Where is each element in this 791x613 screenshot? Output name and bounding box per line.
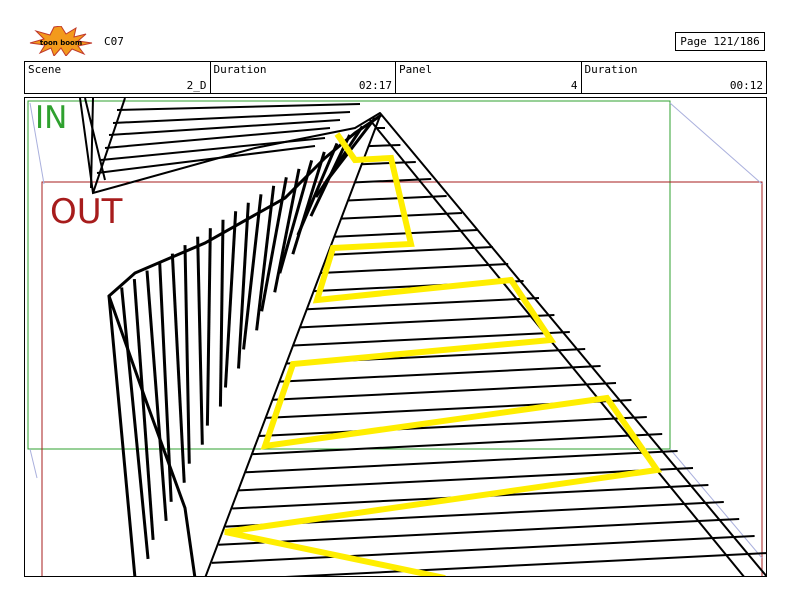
hatch-line xyxy=(170,253,186,483)
hatch-line xyxy=(218,219,225,407)
stripe-line xyxy=(361,161,416,166)
stripe-line xyxy=(238,467,694,492)
scene-value: 2_D xyxy=(186,79,207,92)
stripe-line xyxy=(300,314,555,329)
toon-boom-logo: toon boom xyxy=(26,25,96,57)
panel-duration-value: 00:12 xyxy=(729,79,763,92)
stripe-line xyxy=(320,263,509,274)
hatch-line xyxy=(196,236,204,445)
scene-code: C07 xyxy=(104,35,124,48)
panel-info-row: Scene 2_D Duration 02:17 Panel 4 Duratio… xyxy=(24,61,767,94)
hatch-line xyxy=(223,211,238,388)
stripe-line xyxy=(285,552,766,576)
panel-value: 4 xyxy=(570,79,578,92)
panel-duration-cell: Duration 00:12 xyxy=(582,62,767,93)
scene-duration-cell: Duration 02:17 xyxy=(211,62,396,93)
logo-text: toon boom xyxy=(40,39,82,47)
stripe-line xyxy=(279,365,601,383)
scene-cell: Scene 2_D xyxy=(25,62,211,93)
panel-drawing xyxy=(27,98,766,576)
camera-in-label: IN xyxy=(35,100,68,136)
panel-label: Panel xyxy=(399,63,433,76)
hatch-line xyxy=(183,245,191,464)
hatch-line xyxy=(205,228,212,426)
stripe-line xyxy=(245,450,678,474)
storyboard-panel[interactable]: IN OUT xyxy=(24,97,767,577)
scene-duration-label: Duration xyxy=(213,63,267,76)
camera-move-line xyxy=(669,102,763,185)
page-indicator: Page 121/186 xyxy=(675,32,765,51)
stripe-line xyxy=(211,535,755,564)
panel-cell: Panel 4 xyxy=(396,62,582,93)
stripe-line xyxy=(272,382,617,401)
hatch-line xyxy=(273,168,301,293)
panel-duration-label: Duration xyxy=(584,63,638,76)
hatch-line xyxy=(107,295,137,576)
camera-out-label: OUT xyxy=(50,192,123,232)
camera-move-line xyxy=(29,448,38,479)
scene-duration-value: 02:17 xyxy=(358,79,392,92)
scene-label: Scene xyxy=(28,63,62,76)
stripe-line xyxy=(368,144,401,148)
